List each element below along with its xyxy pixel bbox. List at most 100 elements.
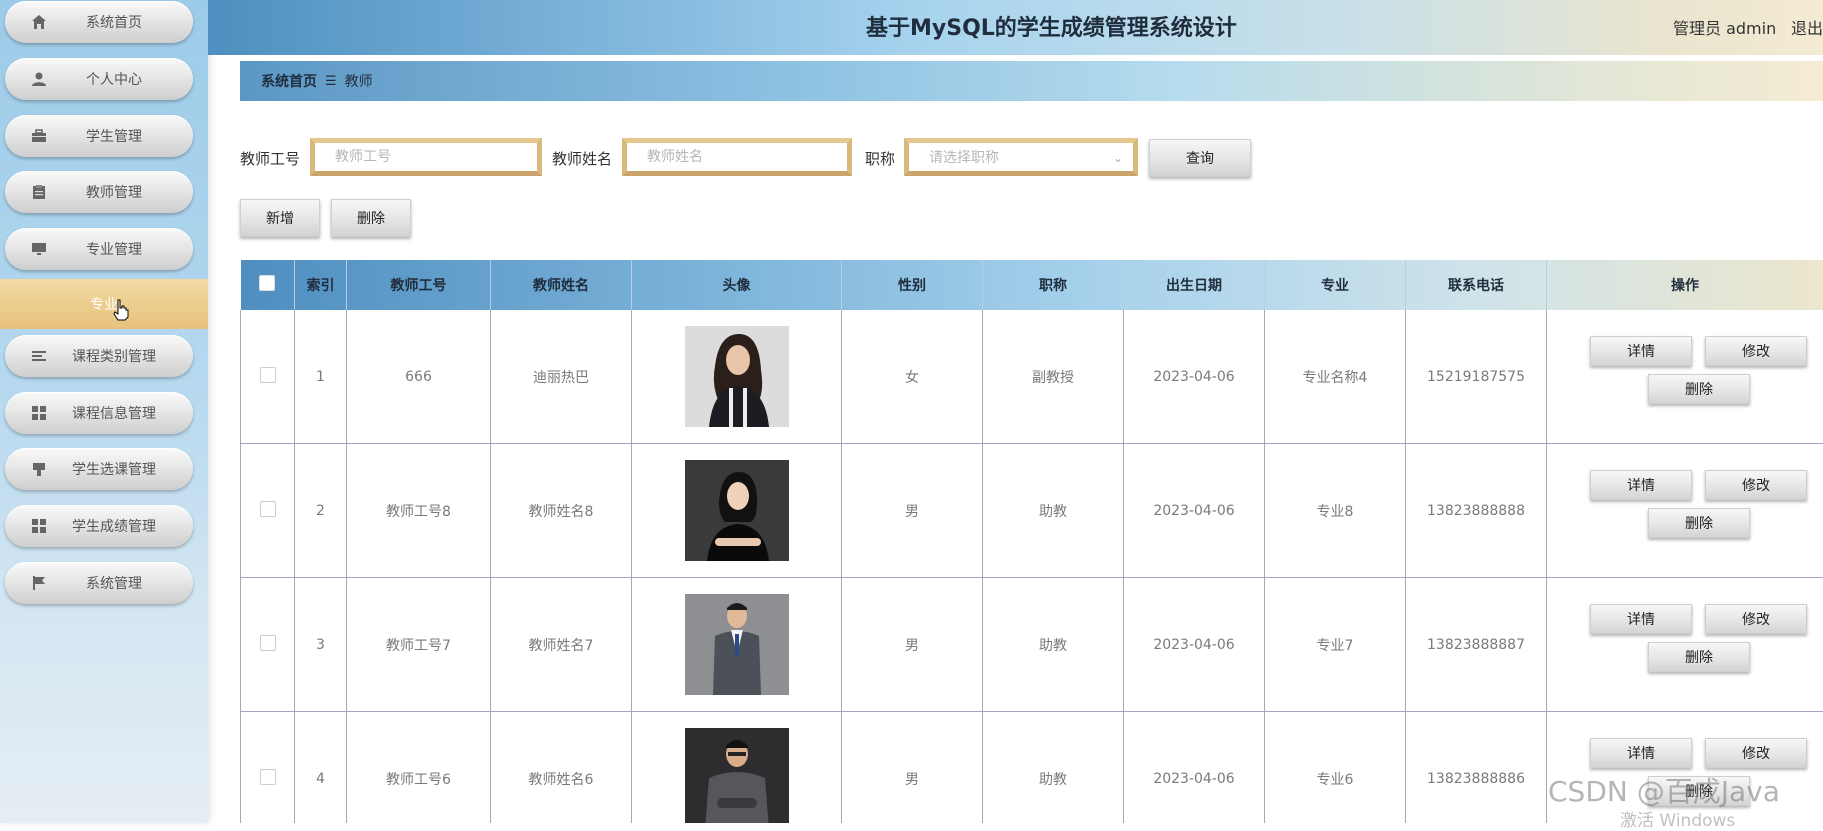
cell-title: 助教 bbox=[983, 578, 1124, 712]
column-header: 联系电话 bbox=[1406, 260, 1547, 310]
cell-teacher-name: 教师姓名7 bbox=[491, 578, 632, 712]
detail-button[interactable]: 详情 bbox=[1590, 336, 1692, 366]
current-user: 管理员 admin bbox=[1673, 15, 1776, 39]
sidebar-item-students[interactable]: 学生管理 bbox=[5, 115, 193, 157]
title-select[interactable]: 请选择职称 ⌄ bbox=[904, 138, 1138, 176]
batch-delete-button[interactable]: 删除 bbox=[331, 199, 411, 237]
column-header: 索引 bbox=[295, 260, 347, 310]
detail-button[interactable]: 详情 bbox=[1590, 738, 1692, 768]
breadcrumb-home[interactable]: 系统首页 bbox=[261, 71, 317, 91]
cell-index: 3 bbox=[295, 578, 347, 712]
title-label: 职称 bbox=[865, 148, 895, 169]
cell-avatar bbox=[632, 578, 842, 712]
sidebar-item-home[interactable]: 系统首页 bbox=[5, 1, 193, 43]
teacher-table: 索引 教师工号 教师姓名 头像 性别 职称 出生日期 专业 联系电话 操作 1 … bbox=[240, 260, 1823, 823]
cell-teacher-no: 教师工号7 bbox=[347, 578, 491, 712]
sidebar-item-system[interactable]: 系统管理 bbox=[5, 562, 193, 604]
table-row: 3 教师工号7 教师姓名7 男 助教 2023-04-06 专业7 bbox=[241, 578, 1823, 712]
cell-phone: 15219187575 bbox=[1406, 310, 1547, 444]
cell-avatar bbox=[632, 712, 842, 824]
sidebar-item-course-selection[interactable]: 学生选课管理 bbox=[5, 448, 193, 490]
cell-gender: 男 bbox=[842, 712, 983, 824]
cell-birth: 2023-04-06 bbox=[1124, 444, 1265, 578]
teacher-no-label: 教师工号 bbox=[240, 148, 300, 169]
cell-teacher-no: 教师工号6 bbox=[347, 712, 491, 824]
cell-teacher-no: 教师工号8 bbox=[347, 444, 491, 578]
row-checkbox[interactable] bbox=[260, 501, 276, 517]
detail-button[interactable]: 详情 bbox=[1590, 604, 1692, 634]
row-checkbox[interactable] bbox=[260, 769, 276, 785]
breadcrumb-current: 教师 bbox=[345, 71, 373, 91]
sidebar-item-personal[interactable]: 个人中心 bbox=[5, 58, 193, 100]
cell-index: 4 bbox=[295, 712, 347, 824]
sidebar-subitem-major[interactable]: 专业 bbox=[0, 279, 208, 329]
delete-button[interactable]: 删除 bbox=[1648, 508, 1750, 538]
app-title: 基于MySQL的学生成绩管理系统设计 bbox=[866, 10, 1237, 42]
select-all-checkbox[interactable] bbox=[259, 275, 275, 291]
cell-title: 助教 bbox=[983, 712, 1124, 824]
sidebar-item-majors[interactable]: 专业管理 bbox=[5, 228, 193, 270]
cell-title: 副教授 bbox=[983, 310, 1124, 444]
select-all-cell[interactable] bbox=[241, 260, 295, 310]
edit-button[interactable]: 修改 bbox=[1705, 470, 1807, 500]
briefcase-icon bbox=[31, 128, 47, 144]
cell-major: 专业6 bbox=[1265, 712, 1406, 824]
cell-major: 专业名称4 bbox=[1265, 310, 1406, 444]
sidebar-item-grades[interactable]: 学生成绩管理 bbox=[5, 505, 193, 547]
cell-index: 2 bbox=[295, 444, 347, 578]
teacher-name-label: 教师姓名 bbox=[552, 148, 612, 169]
list-icon bbox=[31, 348, 47, 364]
cell-gender: 女 bbox=[842, 310, 983, 444]
table-row: 1 666 迪丽热巴 女 副教授 2023-04-06 专业名称4 bbox=[241, 310, 1823, 444]
home-icon bbox=[31, 14, 47, 30]
delete-button[interactable]: 删除 bbox=[1648, 374, 1750, 404]
teacher-name-input[interactable] bbox=[622, 138, 852, 176]
add-button[interactable]: 新增 bbox=[240, 199, 320, 237]
pointer-cursor-icon bbox=[113, 299, 129, 321]
avatar bbox=[685, 728, 789, 823]
column-header: 性别 bbox=[842, 260, 983, 310]
monitor-icon bbox=[31, 241, 47, 257]
edit-button[interactable]: 修改 bbox=[1705, 738, 1807, 768]
teacher-no-input[interactable] bbox=[310, 138, 542, 176]
sidebar-item-teachers[interactable]: 教师管理 bbox=[5, 171, 193, 213]
cell-avatar bbox=[632, 444, 842, 578]
flag-icon bbox=[31, 575, 47, 591]
edit-button[interactable]: 修改 bbox=[1705, 604, 1807, 634]
cell-index: 1 bbox=[295, 310, 347, 444]
cell-teacher-name: 迪丽热巴 bbox=[491, 310, 632, 444]
query-button[interactable]: 查询 bbox=[1149, 139, 1251, 177]
edit-button[interactable]: 修改 bbox=[1705, 336, 1807, 366]
cell-gender: 男 bbox=[842, 444, 983, 578]
delete-button[interactable]: 删除 bbox=[1648, 642, 1750, 672]
grid-icon bbox=[31, 405, 47, 421]
column-header: 教师工号 bbox=[347, 260, 491, 310]
breadcrumb: 系统首页 ☰ 教师 bbox=[240, 61, 1823, 101]
csdn-watermark: CSDN @百成Java bbox=[1548, 770, 1780, 810]
column-header: 头像 bbox=[632, 260, 842, 310]
cell-teacher-name: 教师姓名8 bbox=[491, 444, 632, 578]
cell-phone: 13823888888 bbox=[1406, 444, 1547, 578]
avatar bbox=[685, 594, 789, 695]
column-header: 职称 bbox=[983, 260, 1124, 310]
detail-button[interactable]: 详情 bbox=[1590, 470, 1692, 500]
row-checkbox[interactable] bbox=[260, 635, 276, 651]
column-header: 出生日期 bbox=[1124, 260, 1265, 310]
cell-ops: 详情 修改 删除 bbox=[1547, 578, 1823, 712]
grid-icon bbox=[31, 518, 47, 534]
cell-birth: 2023-04-06 bbox=[1124, 578, 1265, 712]
cell-avatar bbox=[632, 310, 842, 444]
logout-link[interactable]: 退出 bbox=[1791, 15, 1823, 39]
sidebar-item-course-category[interactable]: 课程类别管理 bbox=[5, 335, 193, 377]
cell-birth: 2023-04-06 bbox=[1124, 310, 1265, 444]
cell-phone: 13823888887 bbox=[1406, 578, 1547, 712]
chevron-down-icon: ⌄ bbox=[1113, 151, 1123, 165]
table-header-row: 索引 教师工号 教师姓名 头像 性别 职称 出生日期 专业 联系电话 操作 bbox=[241, 260, 1823, 310]
cell-major: 专业7 bbox=[1265, 578, 1406, 712]
row-checkbox[interactable] bbox=[260, 367, 276, 383]
cell-ops: 详情 修改 删除 bbox=[1547, 310, 1823, 444]
cell-ops: 详情 修改 删除 bbox=[1547, 444, 1823, 578]
sidebar-item-course-info[interactable]: 课程信息管理 bbox=[5, 392, 193, 434]
breadcrumb-separator-icon: ☰ bbox=[325, 74, 337, 89]
sidebar: 系统首页 个人中心 学生管理 教师管理 专业管理 专业 课程类别管理 课程信息管… bbox=[0, 0, 208, 823]
